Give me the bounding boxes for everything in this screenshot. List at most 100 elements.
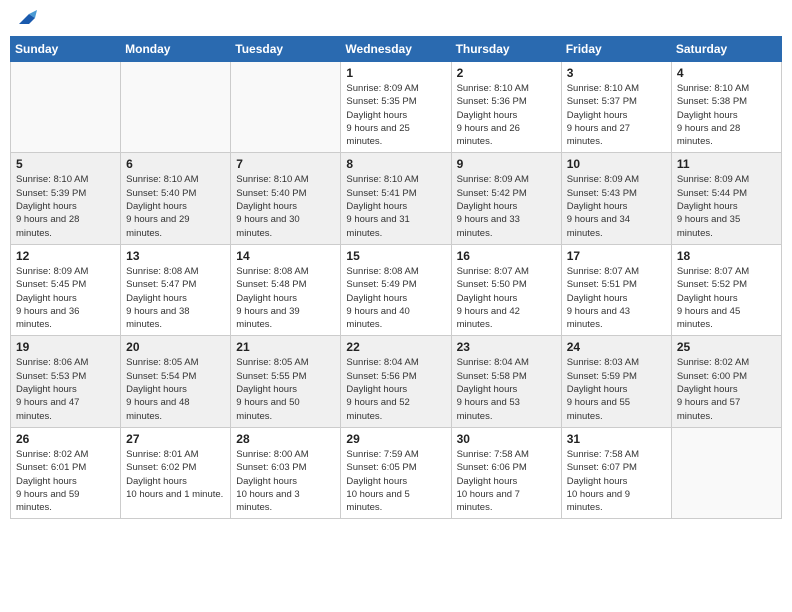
day-number: 8 [346, 157, 445, 171]
sunrise-label: Sunrise: [16, 449, 54, 460]
daylight-label: Daylight hours [567, 476, 628, 487]
calendar-cell: 20 Sunrise: 8:05 AM Sunset: 5:54 PM Dayl… [121, 336, 231, 427]
sunrise-time: 8:06 AM [54, 357, 89, 368]
daylight-value: 9 hours and 29 minutes. [126, 214, 189, 238]
day-number: 1 [346, 66, 445, 80]
sunrise-label: Sunrise: [346, 83, 384, 94]
sunset-label: Sunset: [346, 188, 381, 199]
sunset-time: 6:05 PM [381, 462, 416, 473]
daylight-value: 9 hours and 39 minutes. [236, 306, 299, 330]
daylight-label: Daylight hours [236, 384, 297, 395]
daylight-value: 9 hours and 25 minutes. [346, 123, 409, 147]
daylight-label: Daylight hours [16, 384, 77, 395]
sunset-time: 5:55 PM [271, 371, 306, 382]
daylight-label: Daylight hours [236, 476, 297, 487]
daylight-label: Daylight hours [346, 201, 407, 212]
daylight-value: 9 hours and 27 minutes. [567, 123, 630, 147]
sunset-label: Sunset: [567, 279, 602, 290]
sunrise-time: 8:08 AM [384, 266, 419, 277]
sunrise-time: 8:07 AM [714, 266, 749, 277]
sunset-time: 5:49 PM [381, 279, 416, 290]
daylight-label: Daylight hours [567, 384, 628, 395]
sunrise-label: Sunrise: [457, 174, 495, 185]
sunrise-time: 8:10 AM [604, 83, 639, 94]
sunrise-label: Sunrise: [16, 357, 54, 368]
daylight-label: Daylight hours [236, 201, 297, 212]
sunrise-time: 8:10 AM [384, 174, 419, 185]
calendar-cell: 27 Sunrise: 8:01 AM Sunset: 6:02 PM Dayl… [121, 427, 231, 518]
calendar-cell: 28 Sunrise: 8:00 AM Sunset: 6:03 PM Dayl… [231, 427, 341, 518]
calendar-cell: 3 Sunrise: 8:10 AM Sunset: 5:37 PM Dayli… [561, 62, 671, 153]
daylight-value: 9 hours and 30 minutes. [236, 214, 299, 238]
day-info: Sunrise: 8:10 AM Sunset: 5:38 PM Dayligh… [677, 82, 776, 148]
daylight-value: 10 hours and 3 minutes. [236, 489, 299, 513]
day-number: 20 [126, 340, 225, 354]
daylight-value: 9 hours and 28 minutes. [677, 123, 740, 147]
day-info: Sunrise: 8:07 AM Sunset: 5:52 PM Dayligh… [677, 265, 776, 331]
sunset-time: 5:58 PM [491, 371, 526, 382]
daylight-label: Daylight hours [457, 201, 518, 212]
sunset-time: 5:48 PM [271, 279, 306, 290]
sunset-time: 5:36 PM [491, 96, 526, 107]
day-number: 26 [16, 432, 115, 446]
day-info: Sunrise: 8:10 AM Sunset: 5:39 PM Dayligh… [16, 173, 115, 239]
day-header-wednesday: Wednesday [341, 37, 451, 62]
day-number: 21 [236, 340, 335, 354]
calendar-cell: 25 Sunrise: 8:02 AM Sunset: 6:00 PM Dayl… [671, 336, 781, 427]
sunset-label: Sunset: [677, 96, 712, 107]
calendar-cell: 9 Sunrise: 8:09 AM Sunset: 5:42 PM Dayli… [451, 153, 561, 244]
day-info: Sunrise: 8:07 AM Sunset: 5:50 PM Dayligh… [457, 265, 556, 331]
daylight-value: 10 hours and 7 minutes. [457, 489, 520, 513]
day-header-friday: Friday [561, 37, 671, 62]
daylight-label: Daylight hours [346, 293, 407, 304]
sunrise-time: 8:09 AM [384, 83, 419, 94]
sunrise-label: Sunrise: [457, 449, 495, 460]
day-info: Sunrise: 8:04 AM Sunset: 5:56 PM Dayligh… [346, 356, 445, 422]
sunrise-label: Sunrise: [126, 449, 164, 460]
sunrise-time: 8:09 AM [604, 174, 639, 185]
day-info: Sunrise: 8:08 AM Sunset: 5:48 PM Dayligh… [236, 265, 335, 331]
sunrise-time: 7:58 AM [494, 449, 529, 460]
daylight-label: Daylight hours [126, 476, 187, 487]
daylight-label: Daylight hours [677, 384, 738, 395]
day-number: 6 [126, 157, 225, 171]
sunrise-time: 8:09 AM [54, 266, 89, 277]
day-header-sunday: Sunday [11, 37, 121, 62]
day-info: Sunrise: 8:09 AM Sunset: 5:45 PM Dayligh… [16, 265, 115, 331]
week-row-3: 12 Sunrise: 8:09 AM Sunset: 5:45 PM Dayl… [11, 244, 782, 335]
sunset-label: Sunset: [236, 188, 271, 199]
sunset-time: 5:39 PM [51, 188, 86, 199]
sunset-label: Sunset: [677, 188, 712, 199]
day-number: 11 [677, 157, 776, 171]
day-number: 16 [457, 249, 556, 263]
sunset-time: 5:38 PM [712, 96, 747, 107]
sunset-label: Sunset: [236, 462, 271, 473]
day-info: Sunrise: 8:04 AM Sunset: 5:58 PM Dayligh… [457, 356, 556, 422]
sunset-label: Sunset: [677, 371, 712, 382]
sunset-label: Sunset: [346, 279, 381, 290]
calendar-cell: 26 Sunrise: 8:02 AM Sunset: 6:01 PM Dayl… [11, 427, 121, 518]
calendar-cell: 14 Sunrise: 8:08 AM Sunset: 5:48 PM Dayl… [231, 244, 341, 335]
sunrise-label: Sunrise: [457, 357, 495, 368]
calendar-cell [11, 62, 121, 153]
daylight-label: Daylight hours [346, 384, 407, 395]
sunrise-label: Sunrise: [567, 357, 605, 368]
sunrise-label: Sunrise: [236, 266, 274, 277]
week-row-2: 5 Sunrise: 8:10 AM Sunset: 5:39 PM Dayli… [11, 153, 782, 244]
sunrise-label: Sunrise: [236, 174, 274, 185]
calendar-cell: 29 Sunrise: 7:59 AM Sunset: 6:05 PM Dayl… [341, 427, 451, 518]
sunset-time: 5:52 PM [712, 279, 747, 290]
calendar-cell: 11 Sunrise: 8:09 AM Sunset: 5:44 PM Dayl… [671, 153, 781, 244]
sunrise-time: 8:10 AM [54, 174, 89, 185]
sunset-label: Sunset: [346, 462, 381, 473]
calendar-cell [671, 427, 781, 518]
sunset-time: 6:01 PM [51, 462, 86, 473]
day-info: Sunrise: 8:03 AM Sunset: 5:59 PM Dayligh… [567, 356, 666, 422]
calendar-cell [231, 62, 341, 153]
sunrise-label: Sunrise: [126, 266, 164, 277]
daylight-value: 9 hours and 42 minutes. [457, 306, 520, 330]
day-info: Sunrise: 8:07 AM Sunset: 5:51 PM Dayligh… [567, 265, 666, 331]
day-number: 9 [457, 157, 556, 171]
day-number: 23 [457, 340, 556, 354]
daylight-value: 9 hours and 50 minutes. [236, 397, 299, 421]
